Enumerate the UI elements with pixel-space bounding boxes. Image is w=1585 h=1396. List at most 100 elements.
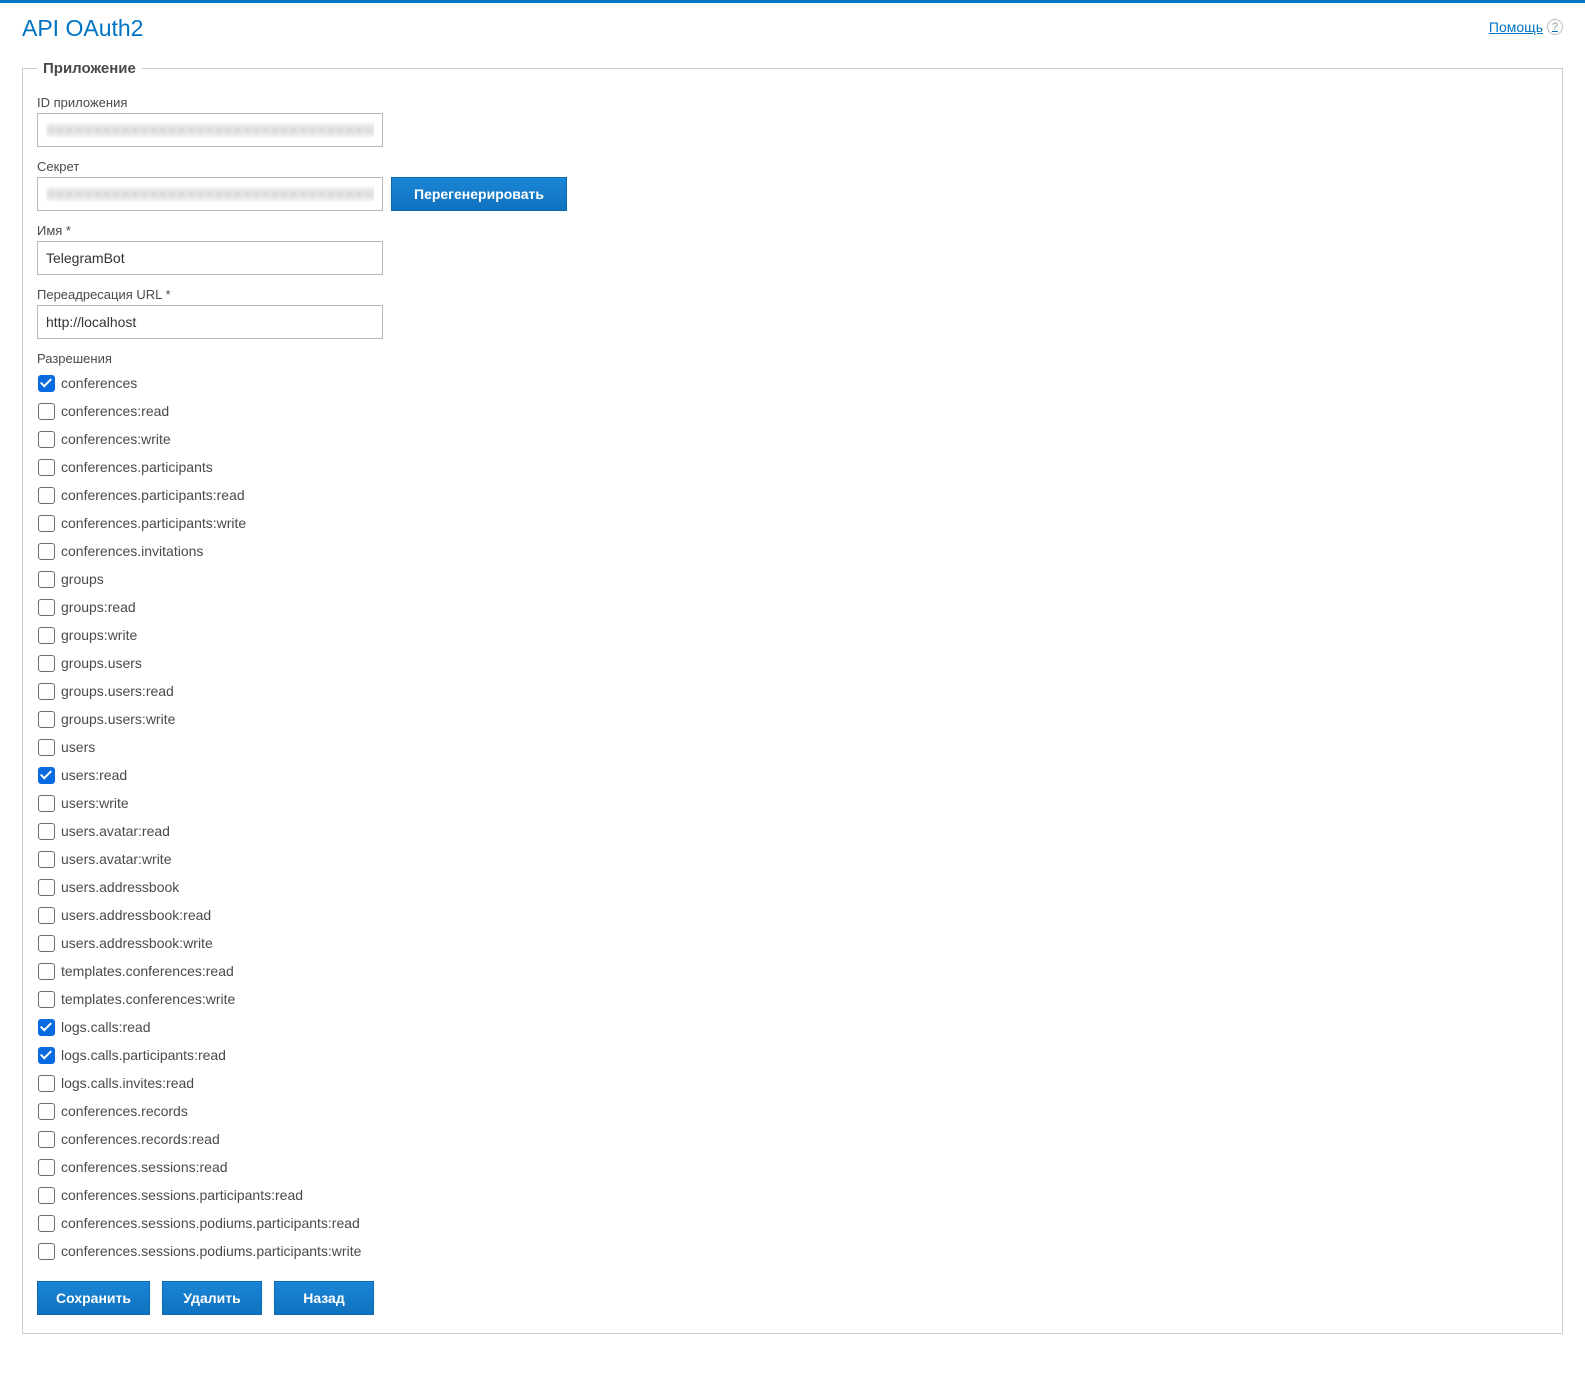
app-fieldset: Приложение ID приложения Секрет Перегене…	[22, 60, 1563, 1334]
permission-label[interactable]: conferences.sessions:read	[61, 1153, 228, 1181]
permission-item: conferences:read	[37, 397, 1548, 425]
permission-label[interactable]: users.addressbook	[61, 873, 179, 901]
permission-checkbox[interactable]	[38, 1047, 55, 1064]
permission-checkbox[interactable]	[38, 879, 55, 896]
permission-checkbox[interactable]	[38, 1103, 55, 1120]
permission-label[interactable]: logs.calls.invites:read	[61, 1069, 194, 1097]
permission-item: groups.users:write	[37, 705, 1548, 733]
permission-checkbox[interactable]	[38, 655, 55, 672]
secret-input[interactable]	[37, 177, 383, 211]
permission-item: logs.calls:read	[37, 1013, 1548, 1041]
permission-item: templates.conferences:write	[37, 985, 1548, 1013]
permission-checkbox[interactable]	[38, 403, 55, 420]
regenerate-button[interactable]: Перегенерировать	[391, 177, 567, 211]
permission-label[interactable]: conferences.sessions.podiums.participant…	[61, 1237, 361, 1265]
permission-label[interactable]: templates.conferences:read	[61, 957, 234, 985]
permission-checkbox[interactable]	[38, 375, 55, 392]
permission-label[interactable]: conferences.sessions.participants:read	[61, 1181, 303, 1209]
permission-label[interactable]: users.addressbook:write	[61, 929, 213, 957]
permission-item: conferences.sessions.podiums.participant…	[37, 1209, 1548, 1237]
permission-item: groups:write	[37, 621, 1548, 649]
permission-checkbox[interactable]	[38, 1187, 55, 1204]
permission-label[interactable]: users:write	[61, 789, 129, 817]
permission-checkbox[interactable]	[38, 907, 55, 924]
permission-label[interactable]: conferences:write	[61, 425, 171, 453]
permission-checkbox[interactable]	[38, 991, 55, 1008]
permission-checkbox[interactable]	[38, 711, 55, 728]
permission-checkbox[interactable]	[38, 739, 55, 756]
permission-checkbox[interactable]	[38, 767, 55, 784]
permission-checkbox[interactable]	[38, 1019, 55, 1036]
permission-label[interactable]: conferences.records	[61, 1097, 188, 1125]
permission-checkbox[interactable]	[38, 1131, 55, 1148]
permission-item: users.addressbook	[37, 873, 1548, 901]
permission-label[interactable]: conferences.participants:read	[61, 481, 245, 509]
permission-label[interactable]: conferences.participants	[61, 453, 213, 481]
permission-item: conferences.sessions:read	[37, 1153, 1548, 1181]
permission-item: templates.conferences:read	[37, 957, 1548, 985]
redirect-label: Переадресация URL *	[37, 287, 1548, 302]
permission-item: logs.calls.participants:read	[37, 1041, 1548, 1069]
permission-checkbox[interactable]	[38, 963, 55, 980]
permission-checkbox[interactable]	[38, 543, 55, 560]
permission-item: conferences	[37, 369, 1548, 397]
delete-button[interactable]: Удалить	[162, 1281, 262, 1315]
permission-label[interactable]: users:read	[61, 761, 127, 789]
permission-item: groups	[37, 565, 1548, 593]
name-input[interactable]	[37, 241, 383, 275]
permission-checkbox[interactable]	[38, 795, 55, 812]
permission-label[interactable]: conferences	[61, 369, 137, 397]
page-title: API OAuth2	[22, 15, 143, 42]
permission-label[interactable]: conferences.invitations	[61, 537, 203, 565]
permission-checkbox[interactable]	[38, 459, 55, 476]
permission-label[interactable]: users.avatar:write	[61, 845, 171, 873]
permissions-list: conferencesconferences:readconferences:w…	[37, 369, 1548, 1265]
permission-item: users.addressbook:write	[37, 929, 1548, 957]
permission-checkbox[interactable]	[38, 1075, 55, 1092]
permission-label[interactable]: groups	[61, 565, 104, 593]
permission-item: logs.calls.invites:read	[37, 1069, 1548, 1097]
permission-checkbox[interactable]	[38, 1215, 55, 1232]
permission-checkbox[interactable]	[38, 599, 55, 616]
permission-label[interactable]: users.addressbook:read	[61, 901, 211, 929]
permission-checkbox[interactable]	[38, 823, 55, 840]
permission-item: groups:read	[37, 593, 1548, 621]
permission-label[interactable]: conferences:read	[61, 397, 169, 425]
permission-item: users.avatar:read	[37, 817, 1548, 845]
permission-checkbox[interactable]	[38, 683, 55, 700]
permission-label[interactable]: groups:read	[61, 593, 136, 621]
app-id-label: ID приложения	[37, 95, 1548, 110]
permission-checkbox[interactable]	[38, 1243, 55, 1260]
help-link-label: Помощь	[1489, 19, 1543, 35]
permission-checkbox[interactable]	[38, 487, 55, 504]
back-button[interactable]: Назад	[274, 1281, 374, 1315]
permission-label[interactable]: users.avatar:read	[61, 817, 170, 845]
permission-item: users:write	[37, 789, 1548, 817]
permission-item: conferences.participants:write	[37, 509, 1548, 537]
permission-item: conferences.participants:read	[37, 481, 1548, 509]
permission-checkbox[interactable]	[38, 935, 55, 952]
permission-checkbox[interactable]	[38, 1159, 55, 1176]
save-button[interactable]: Сохранить	[37, 1281, 150, 1315]
permission-label[interactable]: conferences.sessions.podiums.participant…	[61, 1209, 360, 1237]
redirect-input[interactable]	[37, 305, 383, 339]
permission-label[interactable]: logs.calls.participants:read	[61, 1041, 226, 1069]
permission-checkbox[interactable]	[38, 431, 55, 448]
permission-label[interactable]: templates.conferences:write	[61, 985, 235, 1013]
permission-checkbox[interactable]	[38, 627, 55, 644]
permission-label[interactable]: groups.users	[61, 649, 142, 677]
permission-checkbox[interactable]	[38, 515, 55, 532]
app-id-input[interactable]	[37, 113, 383, 147]
permission-item: conferences.records	[37, 1097, 1548, 1125]
help-link[interactable]: Помощь ?	[1489, 19, 1563, 35]
permission-item: users:read	[37, 761, 1548, 789]
permission-label[interactable]: groups.users:write	[61, 705, 175, 733]
permission-checkbox[interactable]	[38, 571, 55, 588]
permission-checkbox[interactable]	[38, 851, 55, 868]
permission-label[interactable]: logs.calls:read	[61, 1013, 151, 1041]
permission-label[interactable]: groups:write	[61, 621, 137, 649]
permission-label[interactable]: users	[61, 733, 95, 761]
permission-label[interactable]: groups.users:read	[61, 677, 174, 705]
permission-label[interactable]: conferences.participants:write	[61, 509, 246, 537]
permission-label[interactable]: conferences.records:read	[61, 1125, 220, 1153]
